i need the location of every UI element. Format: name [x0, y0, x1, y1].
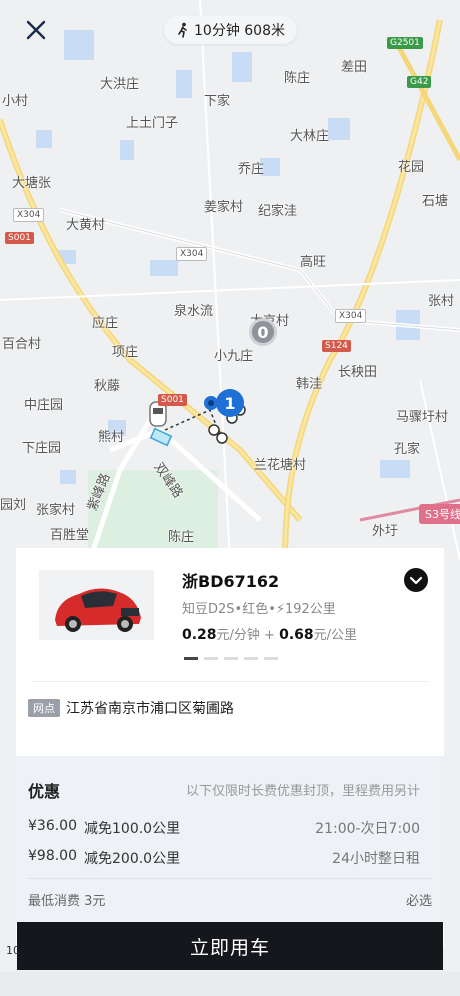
walk-icon: [178, 22, 187, 38]
promo-row[interactable]: ¥98.00 减免200.0公里 24小时整日租: [28, 848, 420, 868]
promo-time: 24小时整日租: [332, 851, 420, 867]
station-address: 网点 江苏省南京市浦口区菊圃路: [28, 698, 234, 718]
map-place-label: 上土门子: [126, 116, 179, 131]
map-place-label: 高旺: [300, 255, 327, 270]
map-place-label: 张村: [428, 294, 455, 309]
map-place-label: 马骤圩村: [396, 410, 449, 425]
map-place-label: 项庄: [112, 345, 139, 360]
road-shield: X304: [13, 208, 45, 222]
map-place-label: 纪家洼: [258, 204, 298, 219]
car-specs: 知豆D2S•红色•⚡192公里: [182, 602, 336, 617]
map-place-label: 小村: [2, 94, 29, 109]
map-place-label: 百胜堂: [50, 528, 90, 543]
map-place-label: 下庄园: [22, 441, 62, 456]
pager-dot[interactable]: [264, 657, 278, 660]
map-place-label: 泉水流: [174, 304, 214, 319]
map-place-label: 孔家: [394, 442, 421, 457]
road-shield: G42: [407, 76, 432, 88]
required-label: 必选: [405, 894, 432, 909]
walk-info: 10分钟 608米: [194, 23, 285, 39]
map-place-label: 大洪庄: [100, 77, 140, 92]
pager-dot[interactable]: [224, 657, 238, 660]
map-place-label: 熊村: [98, 430, 125, 445]
min-fee: 最低消费 3元: [28, 894, 106, 909]
promo-time: 21:00-次日7:00: [315, 821, 420, 837]
car-card[interactable]: 浙BD67162 知豆D2S•红色•⚡192公里 0.28元/分钟 + 0.68…: [16, 548, 444, 756]
map-place-label: 秋藤: [94, 379, 121, 394]
road-shield: S3号线: [419, 504, 460, 524]
road-shield: G2501: [387, 37, 423, 49]
car-price: 0.28元/分钟 + 0.68元/公里: [182, 624, 357, 643]
map-place-label: 应庄: [92, 316, 119, 331]
map-place-label: 陈庄: [168, 530, 195, 545]
map-place-label: 石塘: [422, 194, 449, 209]
car-detail-sheet: 浙BD67162 知豆D2S•红色•⚡192公里 0.28元/分钟 + 0.68…: [16, 548, 444, 948]
car-plate: 浙BD67162: [182, 572, 280, 591]
map-place-label: 小九庄: [214, 349, 254, 364]
map-place-label: 园刘: [0, 498, 27, 513]
map-place-label: 韩洼: [296, 377, 323, 392]
bottom-strip: [0, 972, 460, 996]
map-place-label: 外圩: [372, 524, 399, 539]
close-icon: [26, 20, 46, 40]
road-shield: S001: [158, 394, 187, 406]
station-tag: 网点: [28, 699, 60, 717]
station-address-text: 江苏省南京市浦口区菊圃路: [66, 701, 234, 717]
promo-desc: 减免100.0公里: [84, 821, 181, 837]
promo-row[interactable]: ¥36.00 减免100.0公里 21:00-次日7:00: [28, 818, 420, 838]
car-photo: [39, 570, 154, 640]
map-place-label: 大黄村: [66, 218, 106, 233]
road-shield: S001: [5, 232, 34, 244]
promo-amount: ¥98.00: [28, 848, 77, 864]
car-pager[interactable]: [184, 657, 278, 660]
map-place-label: 大塘张: [12, 176, 52, 191]
map-place-label: 兰花塘村: [254, 458, 307, 473]
map-roads: [0, 0, 460, 560]
promo-section: 优惠 以下仅限时长费优惠封顶，里程费用另计 ¥36.00 减免100.0公里 2…: [16, 756, 444, 922]
map-place-label: 长秧田: [338, 365, 378, 380]
road-shield: X304: [176, 247, 208, 261]
road-shield: S124: [322, 340, 351, 352]
promo-divider: [28, 878, 432, 879]
map-place-label: 张家村: [36, 503, 76, 518]
pager-dot[interactable]: [244, 657, 258, 660]
close-button[interactable]: [20, 14, 52, 46]
map-place-label: 姜家村: [204, 200, 244, 215]
price-per-minute-unit: 元/分钟 +: [216, 628, 275, 643]
road-shield: X304: [335, 309, 367, 323]
promo-title: 优惠: [28, 782, 61, 801]
map-place-label: 中庄园: [24, 398, 64, 413]
pager-dot[interactable]: [184, 657, 198, 660]
promo-note: 以下仅限时长费优惠封顶，里程费用另计: [185, 784, 420, 799]
map-cluster-marker[interactable]: 0: [249, 318, 277, 346]
pager-dot[interactable]: [204, 657, 218, 660]
chevron-down-icon: [409, 576, 423, 585]
map-place-label: 下家: [204, 94, 231, 109]
map-cluster-marker[interactable]: 1: [216, 389, 244, 417]
promo-amount: ¥36.00: [28, 818, 77, 834]
price-per-km-unit: 元/公里: [313, 628, 358, 643]
map-place-label: 乔庄: [238, 162, 265, 177]
map-place-label: 百合村: [2, 337, 42, 352]
map-place-label: 大林庄: [290, 129, 330, 144]
map-place-label: 陈庄: [284, 71, 311, 86]
map-place-label: 差田: [341, 60, 368, 75]
map-place-label: 花园: [398, 160, 425, 175]
walk-distance-pill: 10分钟 608米: [164, 16, 297, 44]
collapse-button[interactable]: [404, 568, 428, 592]
rent-now-button[interactable]: 立即用车: [17, 922, 443, 970]
divider: [32, 681, 428, 682]
promo-desc: 减免200.0公里: [84, 851, 181, 867]
price-per-km: 0.68: [279, 627, 314, 643]
price-per-minute: 0.28: [182, 627, 217, 643]
